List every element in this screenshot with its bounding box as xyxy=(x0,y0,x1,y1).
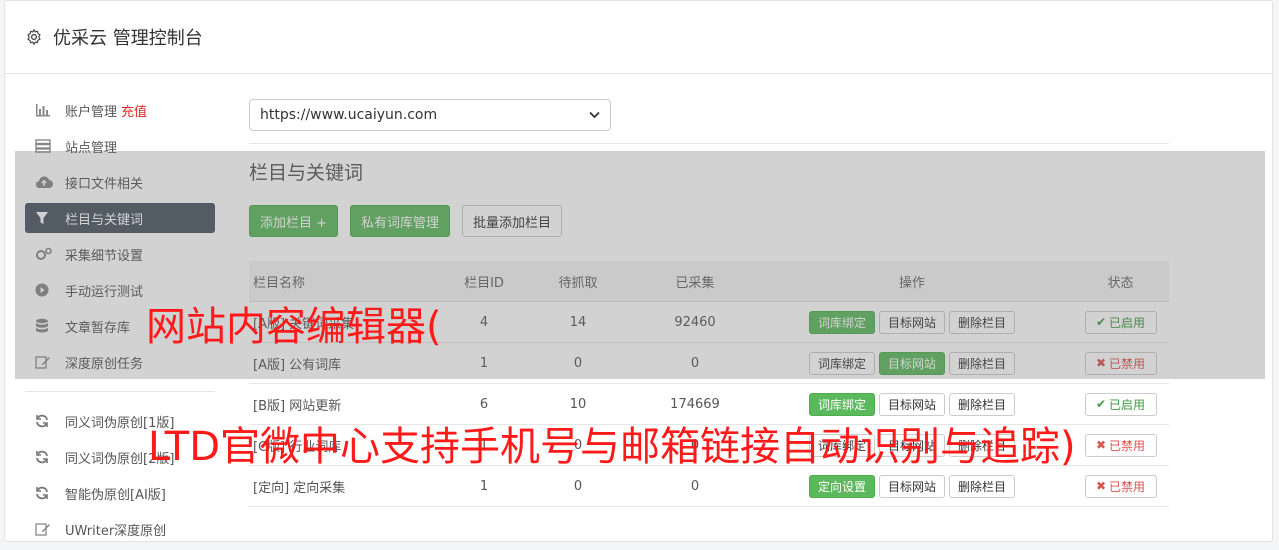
row-collected: 0 xyxy=(638,342,752,384)
col-header-id: 栏目ID xyxy=(450,261,518,302)
edit-icon xyxy=(35,355,55,369)
lexicon-bind-button[interactable]: 词库绑定 xyxy=(808,392,875,416)
col-header-collected: 已采集 xyxy=(638,261,752,302)
sidebar-item-uwriter[interactable]: UWriter深度原创 xyxy=(25,514,215,544)
delete-column-button[interactable]: 删除栏目 xyxy=(949,474,1016,498)
status-toggle[interactable]: ✔ 已启用 xyxy=(1084,310,1157,334)
row-collected: 92460 xyxy=(638,301,752,343)
sidebar-item-label: 账户管理 xyxy=(65,104,118,120)
cogs-icon xyxy=(35,247,55,261)
target-site-button[interactable]: 目标网站 xyxy=(878,474,945,498)
status-toggle[interactable]: ✖ 已禁用 xyxy=(1084,474,1157,498)
site-select[interactable]: https://www.ucaiyun.com xyxy=(249,99,611,131)
sidebar-item-interface-files[interactable]: 接口文件相关 xyxy=(25,167,215,197)
sidebar-item-sites[interactable]: 站点管理 xyxy=(25,131,215,161)
row-id: 1 xyxy=(450,342,518,384)
sidebar-item-ai-original[interactable]: 智能伪原创[AI版] xyxy=(25,478,215,508)
sidebar-item-label: UWriter深度原创 xyxy=(65,523,167,539)
add-column-button[interactable]: 添加栏目 + xyxy=(249,205,339,237)
header: 优采云 管理控制台 xyxy=(5,1,1272,74)
sidebar-item-collect-details[interactable]: 采集细节设置 xyxy=(25,239,215,269)
target-site-button[interactable]: 目标网站 xyxy=(878,351,945,375)
sidebar-item-label: 栏目与关键词 xyxy=(65,212,144,228)
close-icon: ✖ xyxy=(1095,438,1107,452)
gear-icon xyxy=(25,28,43,46)
status-toggle[interactable]: ✔ 已启用 xyxy=(1084,392,1157,416)
cloud-upload-icon xyxy=(35,175,55,189)
delete-column-button[interactable]: 删除栏目 xyxy=(949,310,1016,334)
site-select-value: https://www.ucaiyun.com xyxy=(260,107,438,123)
lexicon-bind-button[interactable]: 词库绑定 xyxy=(808,310,875,334)
status-label: 已禁用 xyxy=(1109,479,1146,494)
delete-column-button[interactable]: 删除栏目 xyxy=(949,392,1016,416)
sidebar-item-columns-keywords[interactable]: 栏目与关键词 xyxy=(25,203,215,233)
col-header-status: 状态 xyxy=(1072,261,1169,302)
page-title: 优采云 管理控制台 xyxy=(53,28,203,49)
refresh-icon xyxy=(35,414,55,428)
database-icon xyxy=(35,318,55,334)
refresh-icon xyxy=(35,450,55,464)
check-icon: ✔ xyxy=(1095,397,1107,411)
status-label: 已禁用 xyxy=(1109,356,1146,371)
sidebar-item-account[interactable]: 账户管理 充值 xyxy=(25,95,215,125)
refresh-icon xyxy=(35,486,55,500)
watermark-text-1: 网站内容编辑器( xyxy=(146,304,442,350)
edit-icon xyxy=(35,522,55,536)
col-header-pending: 待抓取 xyxy=(518,261,638,302)
row-pending-link[interactable]: 14 xyxy=(518,301,638,343)
status-label: 已启用 xyxy=(1109,397,1146,412)
row-pending-link[interactable]: 0 xyxy=(518,342,638,384)
target-site-button[interactable]: 目标网站 xyxy=(878,392,945,416)
filter-icon xyxy=(35,211,55,225)
target-site-button[interactable]: 目标网站 xyxy=(878,310,945,334)
status-toggle[interactable]: ✖ 已禁用 xyxy=(1084,433,1157,457)
col-header-actions: 操作 xyxy=(752,261,1072,302)
status-label: 已启用 xyxy=(1109,315,1146,330)
status-label: 已禁用 xyxy=(1109,438,1146,453)
chevron-down-icon xyxy=(589,107,600,123)
sidebar-item-label: 深度原创任务 xyxy=(65,356,144,372)
sidebar-item-label: 文章暂存库 xyxy=(65,320,131,336)
watermark-text-2: LTD官微中心支持手机号与邮箱链接自动识别与追踪) xyxy=(148,424,1076,470)
lexicon-bind-button[interactable]: 词库绑定 xyxy=(808,351,875,375)
row-id: 4 xyxy=(450,301,518,343)
status-toggle[interactable]: ✖ 已禁用 xyxy=(1084,351,1157,375)
close-icon: ✖ xyxy=(1095,479,1107,493)
close-icon: ✖ xyxy=(1095,356,1107,370)
divider xyxy=(249,143,1169,144)
directed-settings-button[interactable]: 定向设置 xyxy=(808,474,875,498)
delete-column-button[interactable]: 删除栏目 xyxy=(949,351,1016,375)
recharge-link[interactable]: 充值 xyxy=(121,101,147,120)
sidebar-divider xyxy=(25,391,215,392)
bar-chart-icon xyxy=(35,103,55,117)
sidebar-item-label: 采集细节设置 xyxy=(65,248,144,264)
private-lexicon-button[interactable]: 私有词库管理 xyxy=(350,205,451,237)
toolbar: 添加栏目 + 私有词库管理 批量添加栏目 xyxy=(249,205,1169,237)
play-circle-icon xyxy=(35,283,55,297)
check-icon: ✔ xyxy=(1095,315,1107,329)
section-title: 栏目与关键词 xyxy=(249,162,364,184)
sidebar-item-label: 接口文件相关 xyxy=(65,176,144,192)
sidebar-item-label: 智能伪原创[AI版] xyxy=(65,487,166,503)
batch-add-button[interactable]: 批量添加栏目 xyxy=(462,205,563,237)
sidebar-item-label: 手动运行测试 xyxy=(65,284,144,300)
sidebar-item-label: 站点管理 xyxy=(65,140,118,156)
server-icon xyxy=(35,139,55,153)
